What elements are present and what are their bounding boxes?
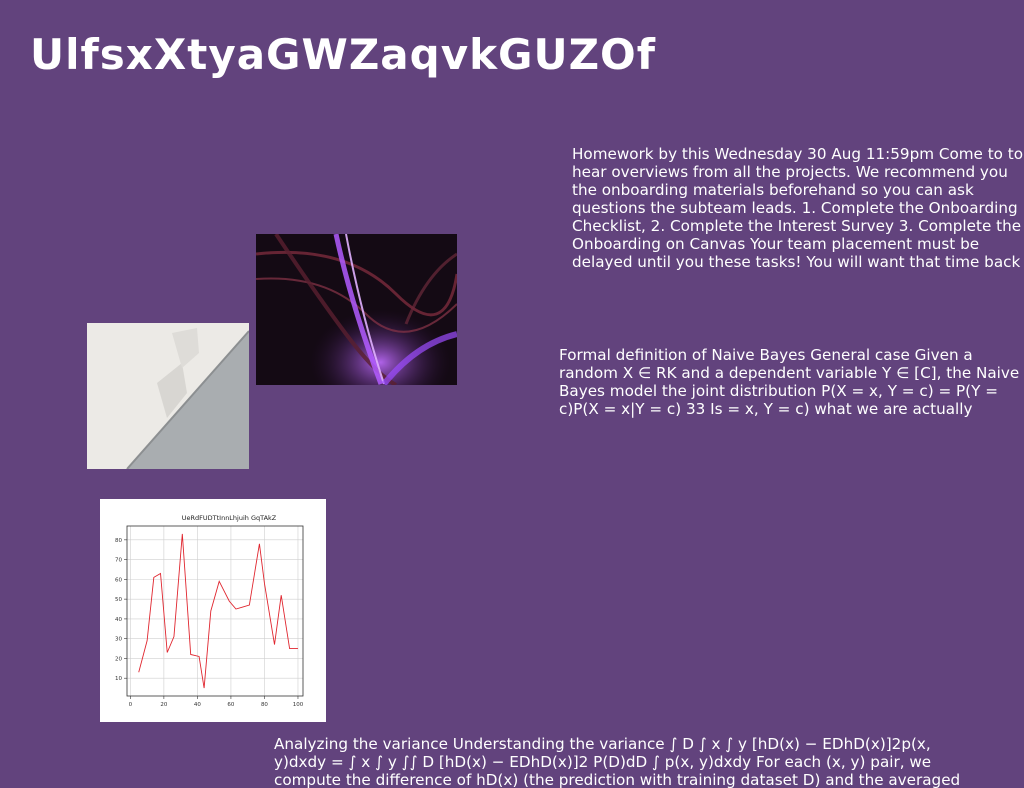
- chart-title: UeRdFUDTtInnLhjuih GqTAkZ: [182, 514, 277, 522]
- x-tick-label: 40: [194, 702, 201, 708]
- x-tick-label: 20: [160, 702, 167, 708]
- y-tick-label: 70: [115, 558, 122, 564]
- y-tick-label: 50: [115, 597, 122, 603]
- y-tick-label: 80: [115, 538, 122, 544]
- y-tick-label: 30: [115, 637, 122, 643]
- concrete-step-image: [87, 323, 249, 469]
- x-tick-label: 80: [261, 702, 268, 708]
- y-tick-label: 40: [115, 617, 122, 623]
- line-chart: UeRdFUDTtInnLhjuih GqTAkZ 0 20 40 60 80 100 10…: [100, 499, 326, 722]
- x-tick-label: 0: [129, 702, 133, 708]
- y-tick-label: 10: [115, 676, 122, 682]
- naive-bayes-paragraph: Formal definition of Naive Bayes General…: [559, 346, 1020, 418]
- homework-paragraph: Homework by this Wednesday 30 Aug 11:59p…: [572, 145, 1024, 271]
- variance-paragraph: Analyzing the variance Understanding the…: [274, 735, 961, 788]
- abstract-swirl-image: [256, 234, 457, 385]
- page-title: UlfsxXtyaGWZaqvkGUZOf: [30, 30, 657, 79]
- series-line: [138, 533, 298, 689]
- x-tick-label: 60: [227, 702, 234, 708]
- y-tick-label: 60: [115, 577, 122, 583]
- line-chart-svg: UeRdFUDTtInnLhjuih GqTAkZ 0 20 40 60 80 100 10…: [115, 514, 304, 708]
- x-tick-label: 100: [293, 702, 304, 708]
- y-tick-label: 20: [115, 656, 122, 662]
